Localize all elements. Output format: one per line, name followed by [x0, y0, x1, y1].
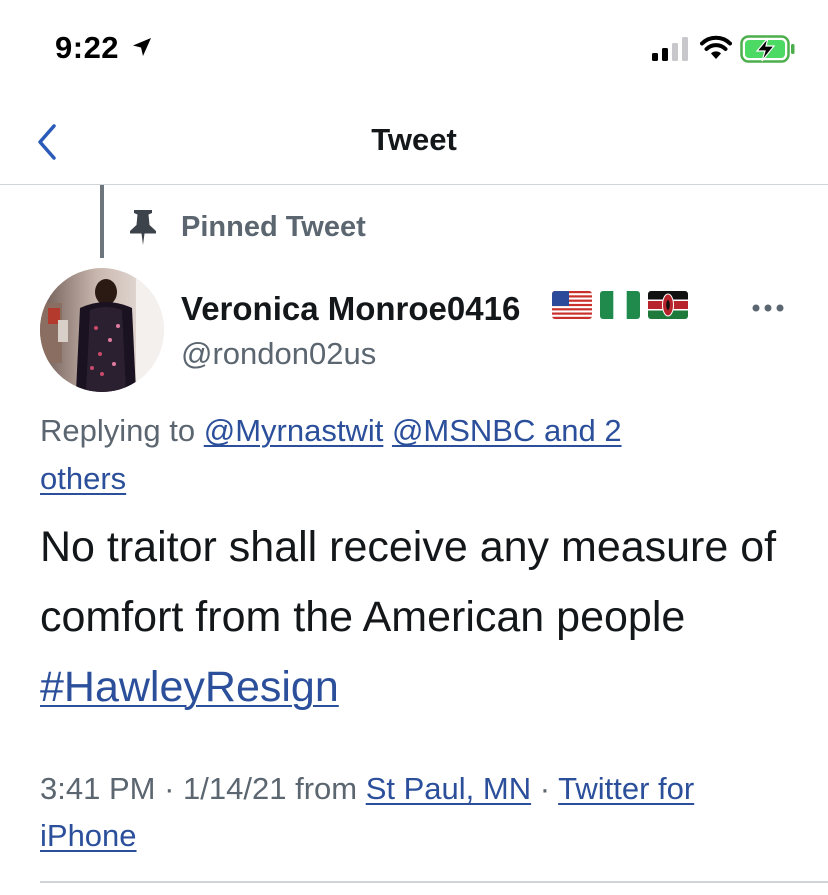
mention-link-others[interactable]: others	[40, 461, 126, 496]
pinned-tweet-label: Pinned Tweet	[181, 211, 366, 243]
user-handle[interactable]: @rondon02us	[181, 336, 376, 372]
replying-to: Replying to @Myrnastwit @MSNBC and 2 oth…	[40, 407, 780, 503]
separator-dot: ·	[164, 771, 175, 806]
location-arrow-icon	[133, 38, 151, 56]
status-bar: 9:22	[0, 0, 828, 100]
more-horizontal-icon[interactable]	[748, 296, 788, 320]
tweet-meta: 3:41 PM · 1/14/21 from St Paul, MN · Twi…	[40, 765, 800, 859]
mention-link[interactable]: @MSNBC and 2	[392, 413, 622, 448]
separator-dot: ·	[539, 771, 551, 806]
flag-kenya-icon	[648, 291, 688, 319]
display-name[interactable]: Veronica Monroe0416	[181, 290, 520, 328]
replying-prefix: Replying to	[40, 413, 196, 448]
flag-us-icon	[552, 291, 592, 319]
source-link[interactable]: Twitter for	[558, 771, 694, 806]
navigation-header: Tweet	[0, 100, 828, 185]
avatar[interactable]	[40, 268, 164, 392]
cellular-signal-icon	[652, 37, 688, 61]
avatar-image	[40, 268, 164, 392]
from-label: from	[295, 771, 358, 806]
location-link[interactable]: St Paul, MN	[366, 771, 531, 806]
tweet-text: No traitor shall receive any measure of …	[40, 512, 810, 722]
status-time: 9:22	[55, 30, 120, 65]
thread-line	[100, 185, 104, 258]
hashtag-link[interactable]: #HawleyResign	[40, 663, 339, 711]
divider	[40, 881, 828, 883]
mention-link[interactable]: @Myrnastwit	[204, 413, 384, 448]
flag-nigeria-icon	[600, 291, 640, 319]
tweet-date: 1/14/21	[183, 771, 287, 806]
battery-charging-icon	[740, 35, 795, 63]
wifi-icon	[700, 35, 732, 59]
pin-icon	[130, 210, 156, 245]
tweet-body: No traitor shall receive any measure of …	[40, 523, 777, 641]
page-title: Tweet	[371, 122, 457, 157]
source-link-cont[interactable]: iPhone	[40, 818, 137, 853]
tweet-time: 3:41 PM	[40, 771, 156, 806]
